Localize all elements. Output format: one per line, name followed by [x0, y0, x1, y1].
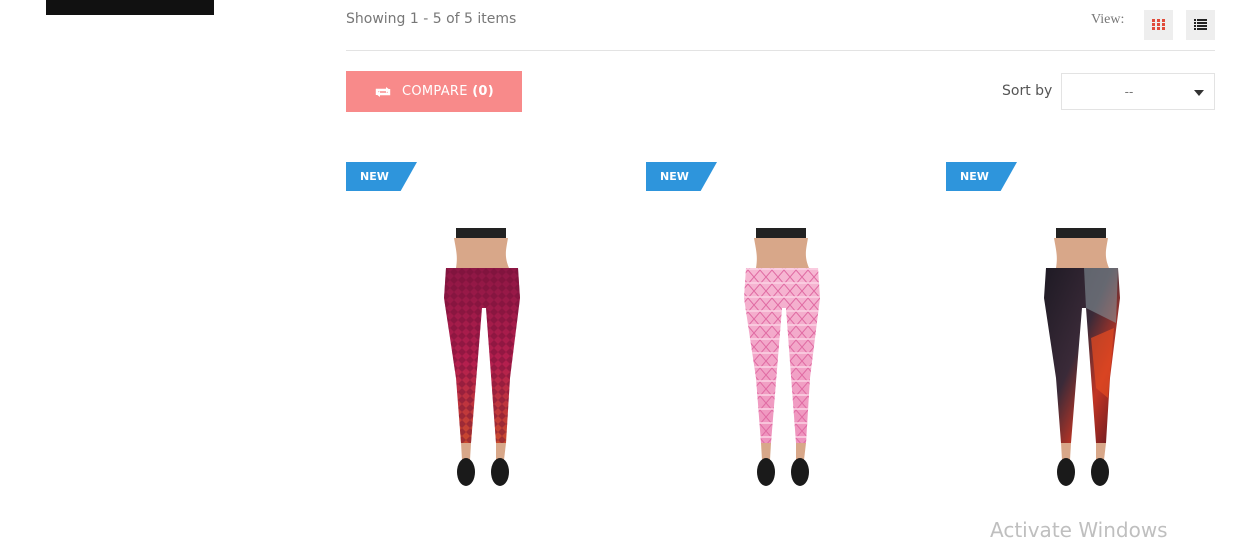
compare-count: (0)	[472, 84, 495, 99]
chevron-down-icon	[1194, 90, 1204, 96]
toolbar-divider	[346, 50, 1215, 51]
list-view-button[interactable]	[1186, 10, 1215, 40]
list-icon	[1194, 19, 1207, 30]
compare-label: COMPARE	[401, 84, 468, 99]
grid-view-button[interactable]	[1144, 10, 1173, 40]
product-image	[444, 228, 520, 486]
sort-label: Sort by	[1002, 83, 1053, 99]
compare-button[interactable]: COMPARE (0)	[346, 71, 522, 112]
view-label: View:	[1091, 12, 1125, 27]
product-image	[744, 228, 820, 486]
sidebar-block	[46, 0, 214, 15]
new-badge: NEW	[346, 162, 417, 191]
new-badge: NEW	[646, 162, 717, 191]
product-image	[1044, 228, 1120, 486]
sort-value: --	[1124, 84, 1134, 99]
product-card[interactable]: NEW	[346, 162, 616, 492]
sort-select[interactable]: --	[1061, 73, 1215, 110]
grid-icon	[1152, 19, 1165, 30]
product-card[interactable]: NEW	[946, 162, 1216, 492]
activate-windows-watermark: Activate Windows	[990, 518, 1168, 542]
new-badge: NEW	[946, 162, 1017, 191]
product-card[interactable]: NEW	[646, 162, 916, 492]
refresh-arrows-icon	[375, 86, 391, 97]
result-count: Showing 1 - 5 of 5 items	[346, 11, 517, 27]
